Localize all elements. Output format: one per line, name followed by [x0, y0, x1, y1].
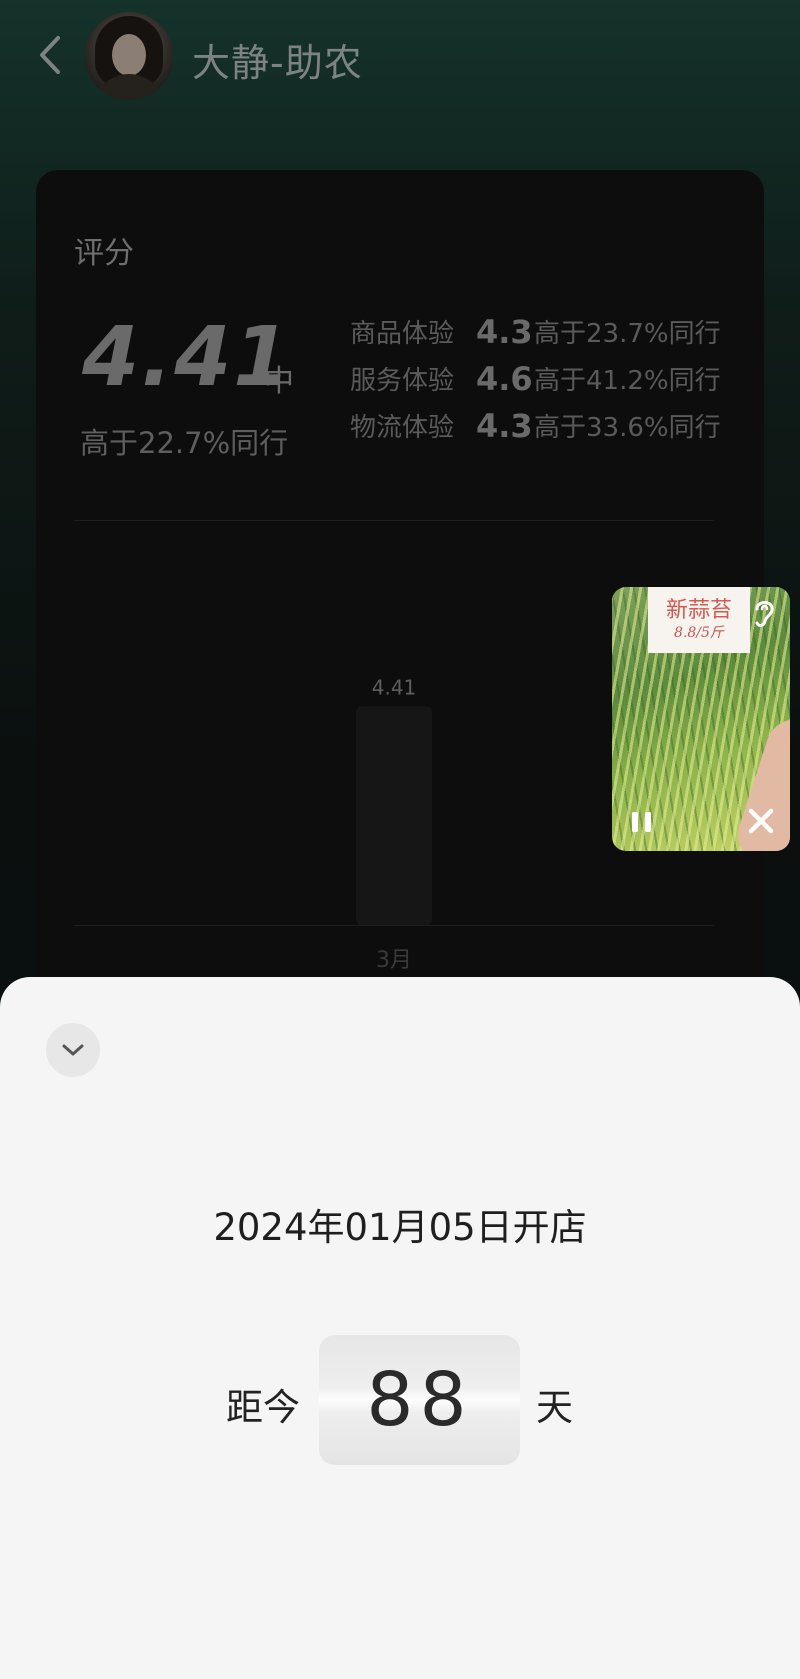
open-date: 2024年01月05日开店 [213, 1206, 587, 1249]
chevron-left-icon [40, 36, 60, 74]
pause-icon[interactable] [628, 806, 656, 838]
chart-bar [356, 706, 432, 925]
close-icon[interactable] [746, 806, 776, 836]
back-button[interactable] [30, 30, 70, 80]
days-unit: 天 [536, 1386, 573, 1429]
sign-line-2: 8.8/5斤 [674, 625, 724, 641]
sign-line-1: 新蒜苔 [665, 598, 732, 623]
collapse-button[interactable] [46, 1023, 100, 1077]
ear-icon[interactable] [748, 595, 780, 631]
header: 大静-助农 [0, 0, 800, 120]
days-number: 88 [366, 1357, 473, 1443]
bar-data-label: 4.41 [372, 675, 417, 699]
days-counter: 88 [319, 1335, 520, 1465]
price-sign: 新蒜苔 8.8/5斤 [648, 587, 750, 653]
chevron-down-icon [62, 1044, 84, 1056]
since-label: 距今 [226, 1386, 300, 1429]
x-tick-label: 3月 [376, 948, 412, 973]
shop-name[interactable]: 大静-助农 [192, 32, 363, 87]
bottom-sheet: 2024年01月05日开店 距今 88 天 [0, 977, 800, 1679]
avatar[interactable] [85, 12, 173, 100]
